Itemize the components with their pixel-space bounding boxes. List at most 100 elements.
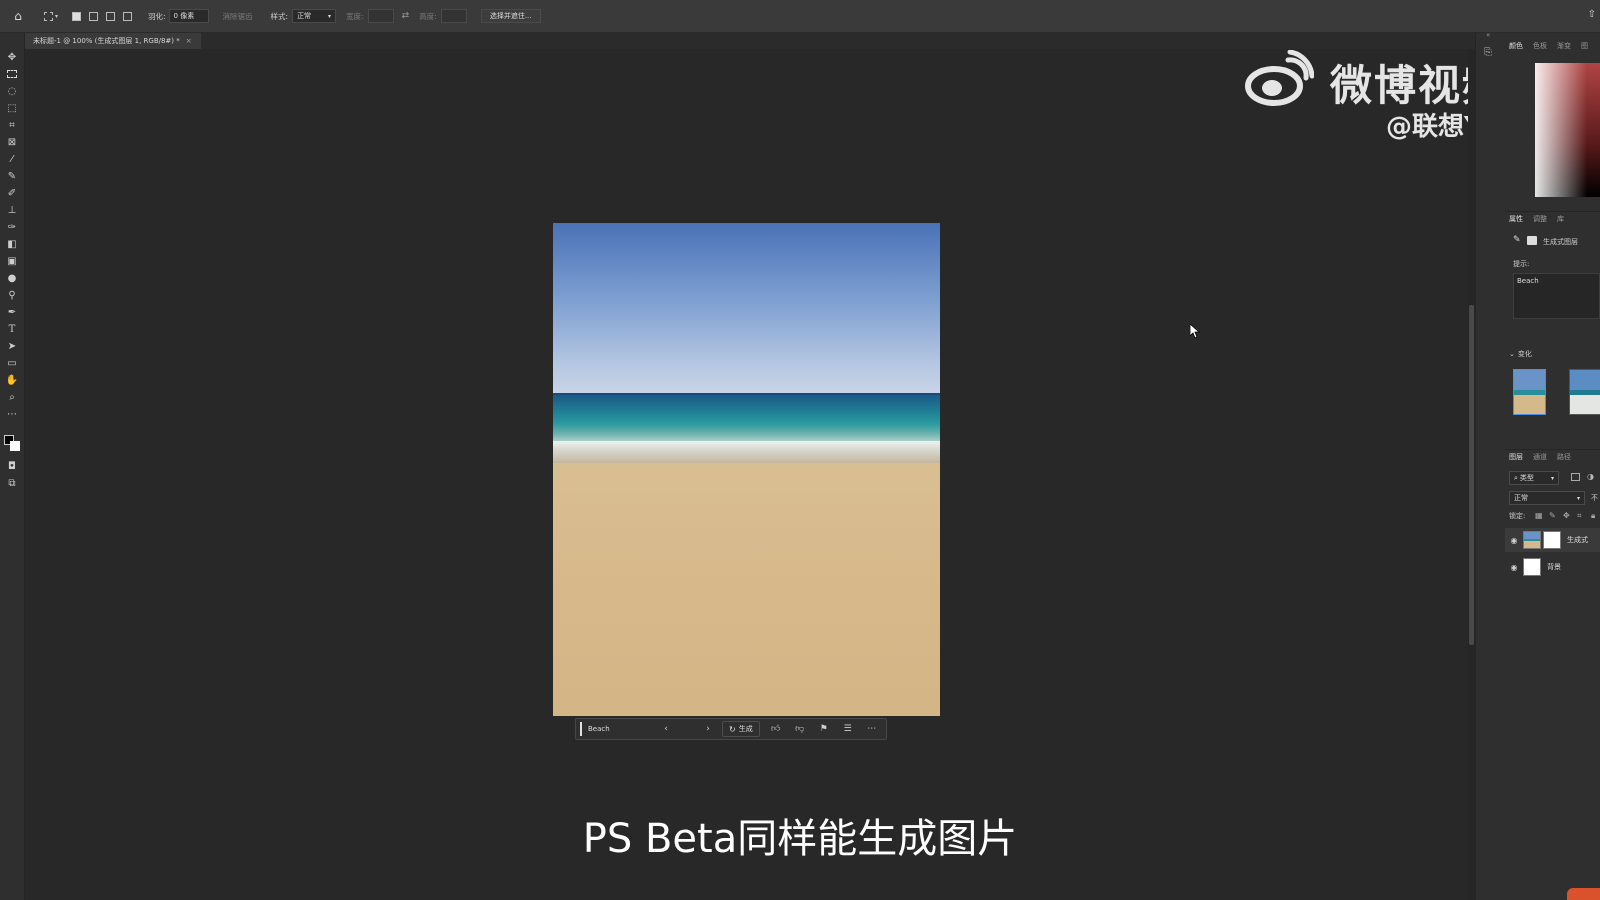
layer-name: 背景 (1547, 563, 1561, 571)
color-panel-tabs: 颜色 色板 渐变 图 (1505, 39, 1600, 53)
eyedropper-icon[interactable]: ⁄ (4, 152, 20, 166)
eye-icon[interactable]: ◉ (1505, 536, 1523, 545)
opacity-label: 不 (1591, 494, 1598, 502)
zoom-tool-icon[interactable]: ⌕ (4, 390, 20, 404)
tab-layers[interactable]: 图层 (1509, 452, 1523, 462)
add-selection-icon[interactable] (85, 11, 102, 21)
eye-icon[interactable]: ◉ (1505, 563, 1523, 572)
properties-panel-tabs: 属性 调整 库 (1505, 211, 1600, 225)
hand-tool-icon[interactable]: ✋ (4, 373, 20, 387)
scrollbar-thumb[interactable] (1469, 305, 1474, 645)
lasso-tool-icon[interactable]: ◌ (4, 84, 20, 98)
dodge-tool-icon[interactable]: ⚲ (4, 288, 20, 302)
layer-row-generative[interactable]: ◉ 生成式 (1505, 528, 1600, 552)
tab-gradients[interactable]: 渐变 (1557, 41, 1571, 51)
layer-type-label: 生成式图层 (1543, 238, 1578, 246)
lock-label: 锁定: (1509, 512, 1526, 520)
lock-position-icon[interactable]: ✥ (1563, 511, 1570, 520)
gradient-tool-icon[interactable]: ▣ (4, 254, 20, 268)
tab-swatches[interactable]: 色板 (1533, 41, 1547, 51)
generate-button[interactable]: ↻ 生成 (722, 721, 760, 737)
thumbs-down-icon[interactable]: 👎︎ (790, 721, 810, 737)
mask-icon (1527, 236, 1537, 245)
layer-filter-select[interactable]: ⌕ 类型 ▾ (1509, 471, 1559, 485)
new-selection-icon[interactable] (68, 11, 85, 21)
contextual-task-bar: Beach ‹ › ↻ 生成 👍︎ 👎︎ ⚑ ☰ ⋯ (575, 718, 887, 740)
intersect-selection-icon[interactable] (119, 11, 136, 21)
pen-tool-icon[interactable]: ✒ (4, 305, 20, 319)
style-label: 样式: (270, 11, 289, 21)
lock-all-icon[interactable]: 🔒︎ (1591, 511, 1595, 521)
tools-panel: ✥ ◌ ⬚ ⌗ ⊠ ⁄ ✎ ✐ ⊥ ✑ ◧ ▣ ● ⚲ ✒ T ➤ ▭ ✋ ⌕ … (0, 33, 25, 900)
more-icon[interactable]: ⋯ (862, 721, 882, 737)
eraser-icon[interactable]: ◧ (4, 237, 20, 251)
tab-libraries[interactable]: 库 (1557, 214, 1564, 224)
subtract-selection-icon[interactable] (102, 11, 119, 21)
chevron-right-icon[interactable]: › (698, 721, 718, 737)
close-icon[interactable]: × (186, 37, 192, 45)
prompt-input[interactable]: Beach (580, 722, 652, 736)
color-picker-overlay (1535, 63, 1600, 197)
tab-paths[interactable]: 路径 (1557, 452, 1571, 462)
object-selection-icon[interactable]: ⬚ (4, 101, 20, 115)
antialias-checkbox[interactable]: 消除锯齿 (223, 11, 253, 22)
variation-thumbnail-1[interactable] (1513, 369, 1546, 415)
blur-tool-icon[interactable]: ● (4, 271, 20, 285)
home-icon[interactable]: ⌂ (6, 9, 30, 23)
thumbs-up-icon[interactable]: 👍︎ (766, 721, 786, 737)
move-tool-icon[interactable]: ✥ (4, 50, 20, 64)
style-select[interactable]: 正常 ▾ (292, 9, 337, 23)
clone-stamp-icon[interactable]: ⊥ (4, 203, 20, 217)
blend-mode-value: 正常 (1514, 494, 1528, 502)
properties-prompt-field[interactable]: Beach (1513, 273, 1600, 319)
path-selection-icon[interactable]: ➤ (4, 339, 20, 353)
height-input[interactable] (440, 9, 467, 23)
tab-adjustments[interactable]: 调整 (1533, 214, 1547, 224)
tab-patterns[interactable]: 图 (1581, 41, 1588, 51)
rectangular-marquee-icon[interactable] (4, 67, 20, 81)
layer-thumbnail (1523, 531, 1541, 549)
lock-image-icon[interactable]: ✎ (1549, 511, 1556, 520)
frame-tool-icon[interactable]: ⊠ (4, 135, 20, 149)
generate-button-label: 生成 (738, 725, 753, 733)
edit-toolbar-icon[interactable]: ⋯ (4, 407, 20, 421)
crop-tool-icon[interactable]: ⌗ (4, 118, 20, 132)
type-tool-icon[interactable]: T (4, 322, 20, 336)
screen-mode-icon[interactable]: ⧉ (4, 476, 20, 490)
video-subtitle: PS Beta同样能生成图片 (582, 816, 1018, 862)
spot-healing-icon[interactable]: ✎ (4, 169, 20, 183)
canvas-area[interactable]: Beach ‹ › ↻ 生成 👍︎ 👎︎ ⚑ ☰ ⋯ (25, 49, 1468, 900)
share-icon[interactable]: ⇧ (1588, 9, 1596, 20)
brush-tool-icon[interactable]: ✐ (4, 186, 20, 200)
lock-transparent-icon[interactable]: ▦ (1535, 511, 1543, 520)
width-input[interactable] (367, 9, 394, 23)
layer-mask-thumbnail (1543, 531, 1561, 549)
collapse-panels-icon[interactable]: « (1486, 31, 1490, 39)
layers-panel-tabs: 图层 通道 路径 (1505, 449, 1600, 463)
filter-image-icon[interactable] (1571, 473, 1580, 481)
background-color-swatch[interactable] (10, 441, 20, 451)
tab-properties[interactable]: 属性 (1509, 214, 1523, 224)
rectangle-tool-icon[interactable]: ▭ (4, 356, 20, 370)
chevron-left-icon[interactable]: ‹ (656, 721, 676, 737)
flag-icon[interactable]: ⚑ (814, 721, 834, 737)
blend-mode-select[interactable]: 正常 ▾ (1509, 491, 1585, 505)
history-panel-icon[interactable]: ⎘ (1484, 47, 1492, 58)
select-and-mask-button[interactable]: 选择并遮住... (480, 9, 541, 23)
settings-sliders-icon[interactable]: ☰ (838, 721, 858, 737)
image-sea (553, 395, 940, 447)
marquee-tool-preset-icon[interactable]: ▾ (38, 11, 64, 21)
tab-channels[interactable]: 通道 (1533, 452, 1547, 462)
lock-artboard-icon[interactable]: ⌗ (1577, 511, 1582, 521)
history-brush-icon[interactable]: ✑ (4, 220, 20, 234)
generated-beach-image[interactable] (553, 223, 940, 716)
variation-thumbnail-2[interactable] (1569, 369, 1600, 415)
tab-color[interactable]: 颜色 (1509, 41, 1523, 51)
layer-row-background[interactable]: ◉ 背景 (1505, 555, 1600, 579)
quick-mask-icon[interactable]: ◘ (4, 459, 20, 473)
document-tab[interactable]: 未标题-1 @ 100% (生成式图层 1, RGB/8#) * × (25, 33, 201, 49)
swap-dimensions-icon[interactable]: ⇄ (402, 11, 410, 21)
feather-input[interactable]: 0 像素 (168, 9, 209, 23)
filter-adjustment-icon[interactable]: ◑ (1587, 472, 1594, 481)
image-surf (553, 441, 940, 463)
